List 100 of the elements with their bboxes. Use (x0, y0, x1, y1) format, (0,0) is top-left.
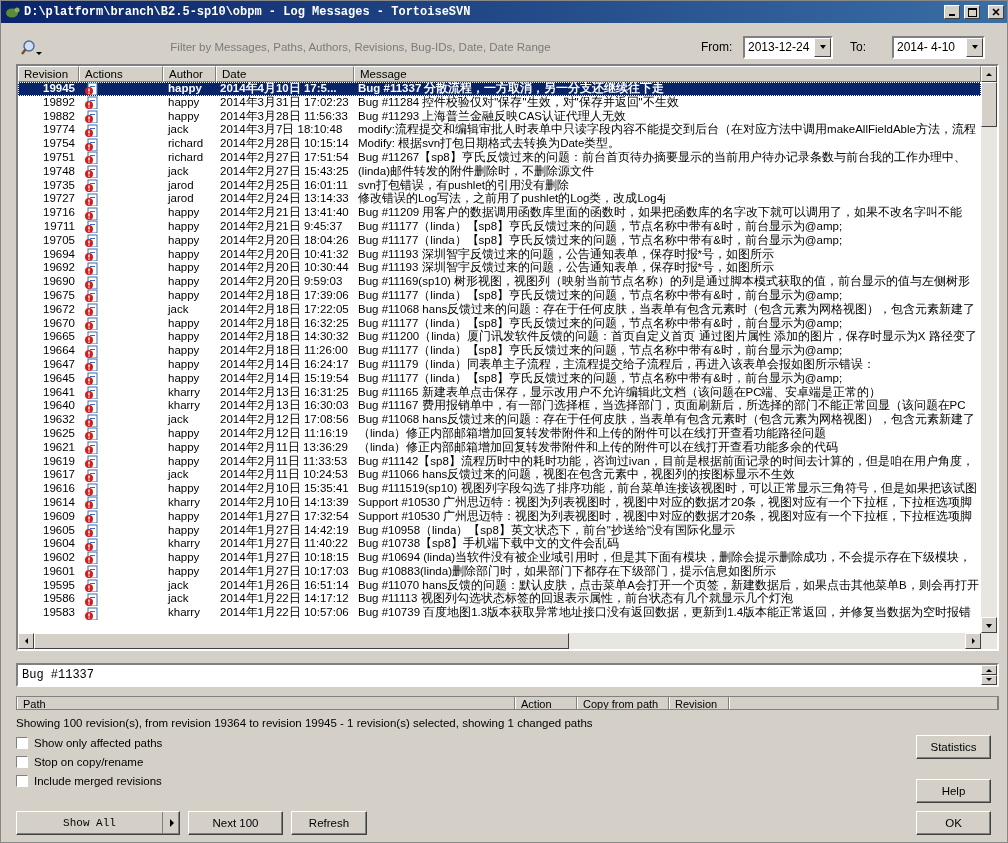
date-label: From: (701, 39, 734, 56)
scroll-thumb[interactable] (34, 633, 569, 649)
log-row[interactable]: 19754 richard 2014年2月28日 10:15:14 Modify: 根据svn打包日期格式去转换为Date类型。 (18, 137, 981, 151)
modified-file-icon (84, 579, 98, 593)
maximize-button[interactable] (964, 5, 980, 19)
caret-icon (818, 44, 827, 50)
modified-file-icon (84, 192, 98, 206)
log-row[interactable]: 19641 kharry 2014年2月13日 16:31:25 Bug #11165 新建表单点击保存，显示改用户不允许编辑此文档（该问题在PC端、安卓端是正常的） (18, 385, 981, 400)
log-row[interactable]: 19675 happy 2014年2月18日 17:39:06 Bug #11177（linda）【sp8】亨氏反馈过来的问题，节点名称中带有&时，前台显示为@amp; (18, 288, 981, 303)
log-row[interactable]: 19692 happy 2014年2月20日 10:30:44 Bug #11193 深圳智宇反馈过来的问题，公告通知表单，保存时报*号，如图所示 (18, 261, 981, 276)
modified-file-icon (84, 275, 98, 289)
column-header[interactable]: Path (17, 697, 515, 709)
minimize-button[interactable] (944, 5, 960, 19)
log-row[interactable]: 19711 happy 2014年2月21日 9:45:37 Bug #11177（linda）【sp8】亨氏反馈过来的问题，节点名称中带有&时，前台显示为@amp; (18, 219, 981, 234)
modified-file-icon (84, 344, 98, 358)
column-header[interactable]: Actions (79, 66, 163, 82)
log-row[interactable]: 19647 happy 2014年2月14日 16:24:17 Bug #11179（linda）同表单主子流程，主流程提交给子流程后，再进入该表单会报如图所示错误： (18, 357, 981, 372)
modified-file-icon (84, 385, 98, 399)
log-row[interactable]: 19748 jack 2014年2月27日 15:43:25 (linda)邮件转发的附件删除时，不删除源文件 (18, 164, 981, 179)
log-row[interactable]: 19735 jarod 2014年2月25日 16:01:11 svn打包错误，有pushlet的引用没有删除 (18, 178, 981, 193)
log-row[interactable]: 19583 kharry 2014年1月22日 10:57:06 Bug #10739 百度地图1.3版本获取异常地址接口没有返回数据，更新到1.4版本能正常返回，并修复当数据为空时报错 (18, 606, 981, 621)
modified-file-icon (84, 358, 98, 372)
horizontal-scrollbar[interactable] (18, 633, 997, 649)
modified-file-icon (84, 137, 98, 151)
log-row[interactable]: 19616 happy 2014年2月10日 15:35:41 Bug #111519(sp10) 视图列字段勾选了排序功能，前台菜单连接该视图时，可以正常显示三角符号，但是如果把该试图 (18, 482, 981, 496)
modified-file-icon (84, 316, 98, 330)
log-row[interactable]: 19619 happy 2014年2月11日 11:33:53 Bug #11142【sp8】流程历时中的耗时功能，咨询过ivan，目前是根据前面记录的时间去计算的，但是咱在用户角度， (18, 454, 981, 469)
dropdown-button[interactable] (814, 37, 831, 57)
log-row[interactable]: 19621 happy 2014年2月11日 13:36:29 （linda）修正内部邮箱增加回复转发带附件和上传的附件可以在线打开查看功能多余的代码 (18, 440, 981, 455)
message-field[interactable]: Bug #11337 (16, 663, 999, 687)
show-all-button[interactable]: Show All (16, 811, 180, 836)
column-header[interactable]: Revision (669, 697, 729, 709)
log-row[interactable]: 19632 jack 2014年2月12日 17:08:56 Bug #11068 hans反馈过来的问题：存在于任何皮肤，当表单有包含元素时（包含元素为网格视图），包含元素新建了 (18, 413, 981, 427)
modified-file-icon (84, 220, 98, 234)
log-row[interactable]: 19609 happy 2014年1月27日 17:32:54 Support #10530 广州思迈特：视图为列表视图时，视图中对应的数据才20条，视图对应有一个下拉框，下拉框选项脚 (18, 509, 981, 524)
checkbox[interactable]: Stop on copy/rename (16, 754, 144, 771)
log-row[interactable]: 19595 jack 2014年1月26日 16:51:14 Bug #11070 hans反馈的问题：默认皮肤，点击菜单A会打开一个页签，新建数据后，如果点击其他菜单B，则会再打开 (18, 578, 981, 593)
column-header[interactable]: Date (216, 66, 354, 82)
scroll-up-icon (985, 71, 993, 77)
modified-file-icon (84, 110, 98, 123)
log-row[interactable]: 19882 happy 2014年3月28日 11:56:33 Bug #11293 上海普兰金融反映CAS认证代理人无效 (18, 109, 981, 124)
log-row[interactable]: 19614 kharry 2014年2月10日 14:13:39 Support #10530 广州思迈特：视图为列表视图时，视图中对应的数据才20条，视图对应有一个下拉框，下拉框选项脚 (18, 495, 981, 510)
modified-file-icon (84, 399, 98, 413)
modified-file-icon (84, 206, 98, 220)
caret-icon (970, 44, 979, 50)
column-header[interactable]: Action (515, 697, 577, 709)
filter-field[interactable]: Filter by Messages, Paths, Authors, Revisions, Bug-IDs, Date, Date Range (16, 35, 681, 59)
modified-file-icon (84, 565, 98, 579)
modified-file-icon (84, 178, 98, 192)
column-header[interactable]: Message (354, 66, 981, 82)
log-row[interactable]: 19690 happy 2014年2月20日 9:59:03 Bug #11169(sp10) 树形视图，视图列（映射当前节点名称）的列是通过脚本模式获取的值，前台显示的值与左侧树形 (18, 275, 981, 289)
scroll-left-icon (23, 637, 29, 645)
log-row[interactable]: 19625 happy 2014年2月12日 11:16:19 （linda）修正内部邮箱增加回复转发带附件和上传的附件可以在线打开查看功能路径问题 (18, 426, 981, 441)
help-button[interactable]: Help (916, 779, 991, 804)
log-row[interactable]: 19694 happy 2014年2月20日 10:41:32 Bug #11193 深圳智宇反馈过来的问题，公告通知表单，保存时报*号，如图所示 (18, 247, 981, 262)
log-row[interactable]: 19665 happy 2014年2月18日 14:30:32 Bug #11200（linda）厦门讯发软件反馈的问题：首页自定义首页 通过图片属性 添加的图片，保存时显示为X 路径变了 (18, 330, 981, 345)
log-row[interactable]: 19605 happy 2014年1月27日 14:42:19 Bug #10958（linda）【sp8】英文状态下，前台"抄送给"没有国际化显示 (18, 523, 981, 538)
column-header[interactable]: Author (163, 66, 216, 82)
next-button[interactable]: Next 100 (188, 811, 283, 836)
checkbox[interactable]: Show only affected paths (16, 735, 163, 752)
log-row[interactable]: 19716 happy 2014年2月21日 13:41:40 Bug #11209 用客户的数据调用函数库里面的函数时，如果把函数库的名字改下就可以调用了，如果不改名字叫不能 (18, 206, 981, 220)
log-row[interactable]: 19601 happy 2014年1月27日 10:17:03 Bug #10883(linda)删除部门时，如果部门下都存在下级部门，提示信息如图所示 (18, 564, 981, 579)
log-row[interactable]: 19727 jarod 2014年2月24日 13:14:33 修改错误的Log写法，之前用了pushlet的Log类，改成Log4j (18, 192, 981, 207)
scroll-down-icon (985, 678, 993, 682)
log-row[interactable]: 19705 happy 2014年2月20日 18:04:26 Bug #11177（linda）【sp8】亨氏反馈过来的问题，节点名称中带有&时，前台显示为@amp; (18, 233, 981, 248)
log-row[interactable]: 19892 happy 2014年3月31日 17:02:23 Bug #11284 控件校验仅对"保存"生效，对"保存并返回"不生效 (18, 95, 981, 110)
log-row[interactable]: 19751 richard 2014年2月27日 17:51:54 Bug #11267【sp8】亨氏反馈过来的问题：前台首页待办摘要显示的当前用户待办记录条数与前台我的工作办理中、 (18, 151, 981, 165)
scroll-down-icon (985, 622, 993, 628)
modified-file-icon (84, 82, 98, 96)
date-value: 2014- 4-10 (897, 39, 956, 56)
ok-button[interactable]: OK (916, 811, 991, 836)
date-field[interactable]: 2014- 4-10 (892, 35, 985, 59)
log-row[interactable]: 19672 jack 2014年2月18日 17:22:05 Bug #11068 hans反馈过来的问题：存在于任何皮肤，当表单有包含元素时（包含元素为网格视图），包含元素新建了 (18, 302, 981, 317)
modified-file-icon (84, 551, 98, 565)
date-field[interactable]: 2013-12-24 (743, 35, 833, 59)
log-row[interactable]: 19664 happy 2014年2月18日 11:26:00 Bug #11177（linda）【sp8】亨氏反馈过来的问题，节点名称中带有&时，前台显示为@amp; (18, 344, 981, 358)
modified-file-icon (84, 261, 98, 275)
modified-file-icon (84, 303, 98, 317)
scroll-thumb[interactable] (981, 82, 997, 127)
log-row[interactable]: 19645 happy 2014年2月14日 15:19:54 Bug #11177（linda）【sp8】亨氏反馈过来的问题，节点名称中带有&时，前台显示为@amp; (18, 371, 981, 386)
close-button[interactable] (988, 5, 1004, 19)
column-header[interactable]: Revision (18, 66, 79, 82)
dropdown-button[interactable] (966, 37, 983, 57)
log-row[interactable]: 19602 happy 2014年1月27日 10:18:15 Bug #10694 (linda)当软件没有被企业域引用时，但是其下面有模块，删除会提示删除成功，不会提示存在下级模块， (18, 551, 981, 565)
modified-file-icon (84, 123, 98, 137)
log-row[interactable]: 19670 happy 2014年2月18日 16:32:25 Bug #11177（linda）【sp8】亨氏反馈过来的问题，节点名称中带有&时，前台显示为@amp; (18, 316, 981, 331)
refresh-button[interactable]: Refresh (291, 811, 367, 836)
vertical-scrollbar[interactable] (981, 66, 997, 633)
statistics-button[interactable]: Statistics (916, 735, 991, 760)
checkbox[interactable]: Include merged revisions (16, 773, 162, 790)
maximize-icon (967, 7, 977, 17)
log-row[interactable]: 19604 kharry 2014年1月27日 11:40:22 Bug #10738【sp8】手机端下载中文的文件会乱码 (18, 537, 981, 552)
log-row[interactable]: 19617 jack 2014年2月11日 10:24:53 Bug #11066 hans反馈过来的问题，视图在包含元素中，视图列的按图标显示不生效 (18, 468, 981, 483)
spin-button[interactable] (981, 665, 997, 685)
modified-file-icon (84, 592, 98, 606)
caret-right-icon[interactable] (168, 819, 174, 828)
log-row[interactable]: 19586 jack 2014年1月22日 14:17:12 Bug #11113 视图列勾选状态标签的回退表示属性，前台状态有几个就显示几个灯泡 (18, 592, 981, 607)
log-row[interactable]: 19774 jack 2014年3月7日 18:10:48 modify:流程提交和编辑审批人时表单中只读字段内容不能提交到后台（在对应方法中调用makeAllFieldAble方法，流程 (18, 123, 981, 138)
log-row[interactable]: 19640 kharry 2014年2月13日 16:30:03 Bug #11167 费用报销单中，有一部门选择框，当选择部门，页面刷新后，所选择的部门不能正常回显（该问题在PC (18, 399, 981, 414)
modified-file-icon (84, 496, 98, 510)
